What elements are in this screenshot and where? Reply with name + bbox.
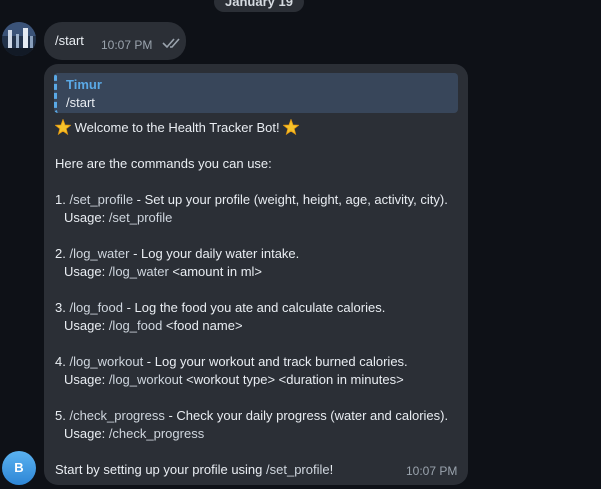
command-link[interactable]: /log_water (69, 246, 129, 261)
usage-args: <workout type> <duration in minutes> (182, 372, 404, 387)
command-line: 2. /log_water - Log your daily water int… (55, 245, 467, 263)
welcome-text: Welcome to the Health Tracker Bot! (74, 120, 280, 135)
glowing-star-icon (55, 119, 71, 135)
outgoing-message-text: /start (55, 33, 84, 48)
welcome-line: Welcome to the Health Tracker Bot! (55, 119, 467, 137)
outgoing-message-bubble[interactable]: /start 10:07 PM (44, 22, 186, 60)
command-line: 5. /check_progress - Check your daily pr… (55, 407, 467, 425)
usage-command-link[interactable]: /log_workout (109, 372, 183, 387)
command-description: - Set up your profile (weight, height, a… (133, 192, 448, 207)
command-link[interactable]: /check_progress (69, 408, 164, 423)
glowing-star-icon (283, 119, 300, 135)
command-number: 4. (55, 354, 66, 369)
usage-line: Usage: /log_water <amount in ml> (55, 263, 467, 281)
usage-line: Usage: /set_profile (55, 209, 467, 227)
bot-message-bubble[interactable]: Timur /start Welcome to the Health Track… (44, 64, 468, 485)
footer-command-link[interactable]: /set_profile (266, 462, 330, 477)
command-description: - Log your workout and track burned calo… (143, 354, 408, 369)
reply-quote[interactable]: Timur /start (54, 73, 458, 113)
usage-label: Usage: (64, 318, 109, 333)
usage-line: Usage: /log_workout <workout type> <dura… (55, 371, 467, 389)
bot-message-time: 10:07 PM (406, 464, 458, 478)
avatar-photo (2, 22, 36, 56)
command-description: - Log your daily water intake. (129, 246, 300, 261)
double-check-icon (162, 38, 180, 49)
command-description: - Log the food you ate and calculate cal… (122, 300, 386, 315)
command-number: 3. (55, 300, 66, 315)
command-number: 1. (55, 192, 66, 207)
footer-text: Start by setting up your profile using (55, 462, 267, 477)
command-line: 4. /log_workout - Log your workout and t… (55, 353, 467, 371)
usage-command-link[interactable]: /log_food (109, 318, 163, 333)
usage-line: Usage: /log_food <food name> (55, 317, 467, 335)
footer-suffix: ! (329, 462, 334, 477)
reply-author: Timur (66, 77, 102, 92)
outgoing-message-time: 10:07 PM (101, 38, 153, 52)
command-number: 2. (55, 246, 66, 261)
date-divider: January 19 (214, 0, 304, 12)
usage-label: Usage: (64, 210, 109, 225)
usage-args: <amount in ml> (168, 264, 263, 279)
usage-line: Usage: /check_progress (55, 425, 467, 443)
command-link[interactable]: /set_profile (69, 192, 133, 207)
command-link[interactable]: /log_food (69, 300, 123, 315)
intro-text: Here are the commands you can use: (55, 156, 272, 171)
command-line: 3. /log_food - Log the food you ate and … (55, 299, 467, 317)
usage-command-link[interactable]: /check_progress (109, 426, 204, 441)
command-link[interactable]: /log_workout (69, 354, 143, 369)
command-number: 5. (55, 408, 66, 423)
reply-text: /start (66, 95, 95, 110)
bot-message-body: Welcome to the Health Tracker Bot! Here … (55, 119, 467, 479)
usage-command-link[interactable]: /log_water (109, 264, 169, 279)
usage-label: Usage: (64, 264, 109, 279)
usage-label: Usage: (64, 426, 109, 441)
user-avatar[interactable] (2, 22, 36, 56)
usage-command-link[interactable]: /set_profile (109, 210, 173, 225)
usage-args: <food name> (162, 318, 243, 333)
usage-label: Usage: (64, 372, 109, 387)
command-line: 1. /set_profile - Set up your profile (w… (55, 191, 467, 209)
command-description: - Check your daily progress (water and c… (164, 408, 449, 423)
bot-avatar[interactable]: B (2, 451, 36, 485)
